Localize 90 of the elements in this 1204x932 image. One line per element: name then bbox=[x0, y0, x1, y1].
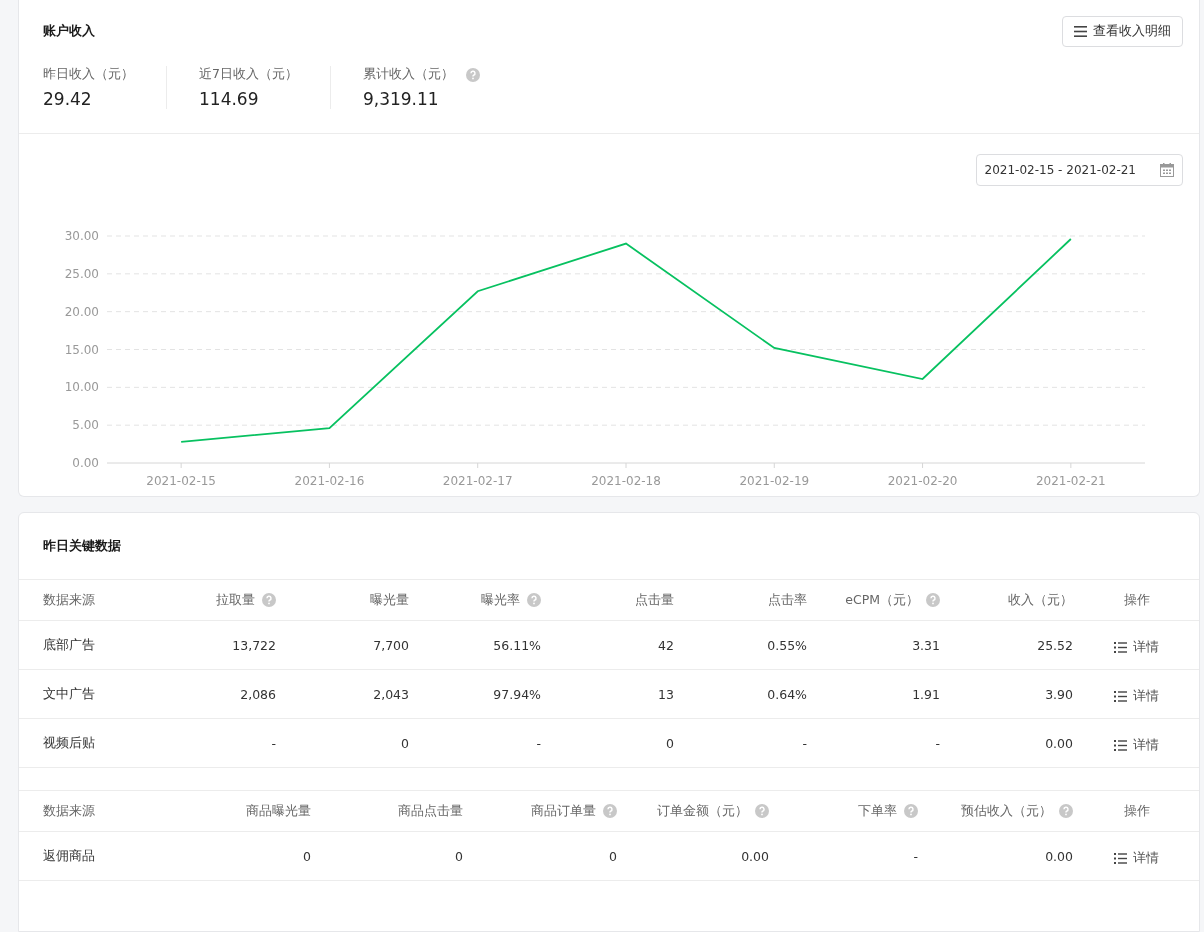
menu-icon bbox=[1074, 25, 1087, 37]
table-cell-text: 7,700 bbox=[372, 637, 409, 653]
column-header: 拉取量 bbox=[216, 591, 255, 609]
section-title: 昨日关键数据 bbox=[43, 537, 122, 555]
help-icon[interactable] bbox=[262, 593, 276, 607]
column-header: eCPM（元） bbox=[845, 591, 919, 609]
table-cell-text: - bbox=[801, 735, 807, 751]
table-cell-text: 0.64% bbox=[766, 686, 807, 702]
x-axis-label: 2021-02-17 bbox=[442, 474, 513, 486]
help-icon[interactable] bbox=[1059, 804, 1073, 818]
table-cell-text: 1.91 bbox=[911, 686, 940, 702]
column-header: 操作 bbox=[1123, 802, 1150, 820]
x-axis-label: 2021-02-19 bbox=[739, 474, 810, 486]
list-icon bbox=[1114, 852, 1127, 864]
table-cell-text: 返佣商品 bbox=[43, 847, 96, 865]
column-header: 下单率 bbox=[858, 802, 897, 820]
y-axis-label: 25.00 bbox=[64, 266, 99, 281]
table-cell-text: 底部广告 bbox=[43, 636, 96, 654]
y-axis-label: 5.00 bbox=[72, 418, 99, 433]
stat-label: 近7日收入（元） bbox=[199, 66, 298, 83]
column-header: 商品曝光量 bbox=[246, 802, 311, 820]
y-axis-label: 10.00 bbox=[64, 380, 99, 395]
table-cell-text: 视频后贴 bbox=[43, 734, 96, 752]
table-cell-text: 0.55% bbox=[766, 637, 807, 653]
list-icon bbox=[1114, 690, 1127, 702]
help-icon[interactable] bbox=[603, 804, 617, 818]
list-icon bbox=[1114, 739, 1127, 751]
column-header: 预估收入（元） bbox=[961, 802, 1052, 820]
table-cell-text: 25.52 bbox=[1036, 637, 1073, 653]
y-axis-label: 30.00 bbox=[64, 229, 99, 243]
table-cell-text: - bbox=[270, 735, 276, 751]
column-header: 商品点击量 bbox=[398, 802, 463, 820]
table-cell-text: - bbox=[535, 735, 541, 751]
detail-link[interactable]: 详情 bbox=[1114, 638, 1159, 656]
y-axis-label: 15.00 bbox=[64, 342, 99, 357]
x-axis-label: 2021-02-20 bbox=[887, 474, 958, 486]
list-icon bbox=[1114, 641, 1127, 653]
column-header: 订单金额（元） bbox=[657, 802, 748, 820]
help-icon[interactable] bbox=[465, 67, 480, 82]
table-cell-text: 0 bbox=[302, 848, 311, 864]
column-header: 商品订单量 bbox=[531, 802, 596, 820]
table-cell-text: - bbox=[912, 848, 918, 864]
x-axis-label: 2021-02-18 bbox=[591, 474, 661, 486]
table-cell-text: 2,043 bbox=[372, 686, 409, 702]
stat-value: 9,319.11 bbox=[362, 89, 440, 109]
table-cell-text: 文中广告 bbox=[43, 685, 96, 703]
calendar-icon bbox=[1160, 163, 1174, 177]
x-axis-label: 2021-02-21 bbox=[1036, 474, 1106, 486]
table-cell-text: 3.90 bbox=[1044, 686, 1073, 702]
table-cell-text: 13,722 bbox=[231, 637, 276, 653]
section-title: 账户收入 bbox=[43, 22, 95, 40]
table-cell-text: 13 bbox=[657, 686, 674, 702]
date-range-picker[interactable]: 2021-02-15 - 2021-02-21 bbox=[975, 154, 1183, 186]
table-cell-text: 0 bbox=[400, 735, 409, 751]
table-cell-text: 0 bbox=[665, 735, 674, 751]
detail-link[interactable]: 详情 bbox=[1114, 736, 1159, 754]
column-header: 数据来源 bbox=[43, 802, 95, 820]
table-cell-text: 0.00 bbox=[1044, 848, 1073, 864]
stat-value: 114.69 bbox=[199, 89, 260, 109]
income-detail-button[interactable]: 查看收入明细 bbox=[1062, 15, 1183, 47]
table-cell-text: 42 bbox=[657, 637, 674, 653]
table-cell-text: 0.00 bbox=[1044, 735, 1073, 751]
column-header: 曝光量 bbox=[370, 591, 409, 609]
detail-link[interactable]: 详情 bbox=[1114, 687, 1159, 705]
table-cell-text: - bbox=[934, 735, 940, 751]
column-header: 点击量 bbox=[635, 591, 674, 609]
y-axis-label: 20.00 bbox=[64, 304, 99, 319]
column-header: 操作 bbox=[1123, 591, 1150, 609]
table-cell-text: 97.94% bbox=[492, 686, 541, 702]
table-cell-text: 0 bbox=[454, 848, 463, 864]
help-icon[interactable] bbox=[904, 804, 918, 818]
x-axis-label: 2021-02-16 bbox=[294, 474, 365, 486]
column-header: 收入（元） bbox=[1008, 591, 1073, 609]
help-icon[interactable] bbox=[527, 593, 541, 607]
table-cell-text: 0 bbox=[608, 848, 617, 864]
table-cell-text: 3.31 bbox=[911, 637, 940, 653]
stat-value: 29.42 bbox=[43, 89, 93, 109]
table-cell-text: 56.11% bbox=[492, 637, 541, 653]
detail-link[interactable]: 详情 bbox=[1114, 849, 1159, 867]
y-axis-label: 0.00 bbox=[72, 456, 99, 470]
stat-label: 累计收入（元） bbox=[362, 66, 454, 83]
x-axis-label: 2021-02-15 bbox=[146, 474, 216, 486]
table-cell-text: 2,086 bbox=[239, 686, 276, 702]
stat-label: 昨日收入（元） bbox=[43, 66, 134, 83]
help-icon[interactable] bbox=[755, 804, 769, 818]
help-icon[interactable] bbox=[926, 593, 940, 607]
table-cell-text: 0.00 bbox=[740, 848, 769, 864]
column-header: 数据来源 bbox=[43, 591, 95, 609]
column-header: 曝光率 bbox=[481, 591, 520, 609]
column-header: 点击率 bbox=[768, 591, 807, 609]
